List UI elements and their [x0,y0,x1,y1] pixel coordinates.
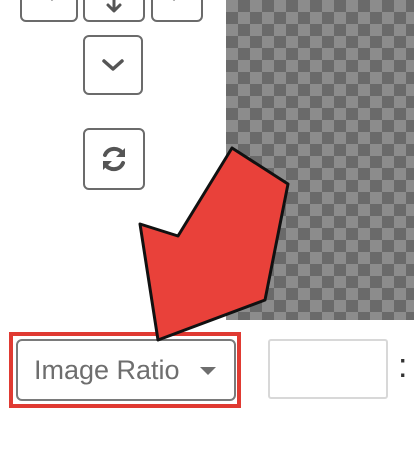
image-ratio-label: Image Ratio [34,354,180,385]
move-down-button[interactable] [83,0,145,22]
collapse-button[interactable] [83,35,143,95]
move-left-button[interactable] [20,0,78,22]
transparent-image-preview [226,0,414,320]
refresh-icon [103,146,125,172]
move-right-button[interactable] [151,0,203,22]
reset-button[interactable] [83,128,145,190]
arrow-down-icon [106,0,122,13]
chevron-left-icon [50,0,54,1]
caret-down-icon [200,367,216,375]
image-ratio-select[interactable]: Image Ratio [16,339,236,401]
chevron-right-icon [172,0,176,1]
chevron-down-icon [102,59,124,71]
ratio-width-input[interactable] [268,339,388,399]
ratio-separator: : [398,347,408,385]
